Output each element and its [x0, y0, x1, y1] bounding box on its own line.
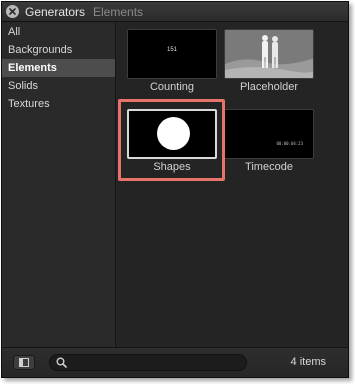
placeholder-people-icon [225, 30, 313, 78]
timecode-thumbnail-text: 00:00:04:23 [276, 141, 304, 146]
generator-grid: 151 Counting Placeholder Shapes 00:00:04… [117, 23, 348, 348]
counting-thumbnail-text: 151 [166, 47, 177, 53]
sidebar-toggle-icon[interactable] [13, 355, 35, 370]
sidebar-item-solids[interactable]: Solids [2, 77, 115, 95]
search-input[interactable] [49, 354, 247, 371]
shapes-thumbnail [127, 109, 217, 159]
generator-placeholder[interactable]: Placeholder [224, 29, 314, 93]
placeholder-thumbnail [224, 29, 314, 79]
generator-label: Shapes [153, 161, 191, 173]
generators-browser: Generators Elements All Backgrounds Elem… [1, 1, 349, 378]
circle-shape [157, 117, 190, 150]
search-icon [56, 357, 67, 368]
close-icon[interactable] [6, 5, 19, 18]
browser-footer: 4 items [2, 347, 348, 377]
generator-counting[interactable]: 151 Counting [127, 29, 217, 93]
sidebar-item-textures[interactable]: Textures [2, 95, 115, 113]
browser-breadcrumb[interactable]: Elements [93, 5, 143, 19]
generator-timecode[interactable]: 00:00:04:23 Timecode [224, 109, 314, 173]
generator-label: Counting [149, 81, 195, 93]
generator-label: Placeholder [239, 81, 299, 93]
sidebar-item-backgrounds[interactable]: Backgrounds [2, 41, 115, 59]
counting-thumbnail: 151 [127, 29, 217, 79]
browser-header: Generators Elements [2, 2, 348, 22]
item-count: 4 items [290, 356, 326, 368]
generator-shapes[interactable]: Shapes [127, 109, 217, 173]
browser-title: Generators [25, 5, 86, 19]
sidebar-item-all[interactable]: All [2, 23, 115, 41]
category-sidebar: All Backgrounds Elements Solids Textures [2, 23, 116, 348]
timecode-thumbnail: 00:00:04:23 [224, 109, 314, 159]
generator-label: Timecode [245, 161, 293, 173]
sidebar-item-elements[interactable]: Elements [2, 59, 115, 77]
